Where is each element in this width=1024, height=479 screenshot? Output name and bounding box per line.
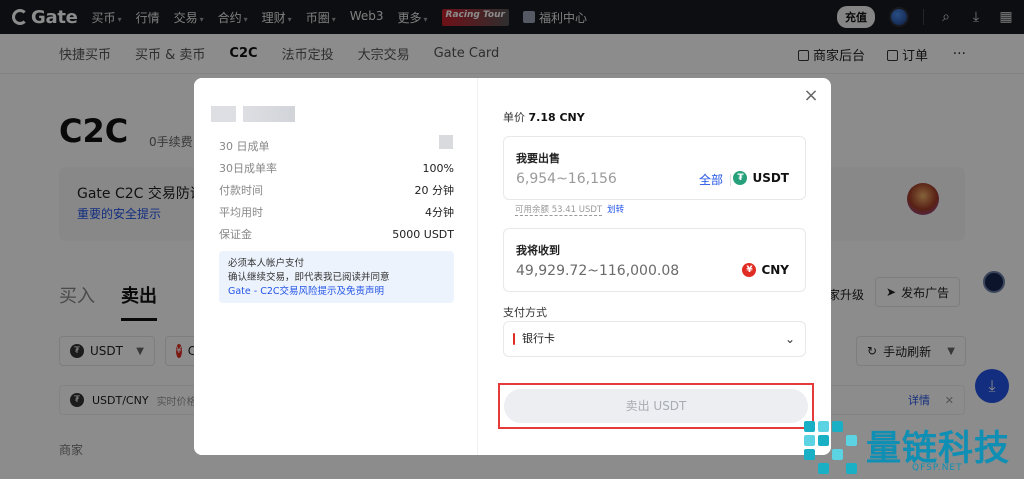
available-balance: 可用余额 53.41 USDT 划转 <box>515 205 625 216</box>
close-icon[interactable]: × <box>803 87 819 105</box>
stat-row: 平均用时 4分钟 <box>219 206 454 219</box>
receive-amount-label: 我将收到 <box>516 244 560 257</box>
notice-line-2: 确认继续交易，即代表我已阅读并同意 <box>228 272 390 283</box>
transfer-link[interactable]: 划转 <box>607 205 624 215</box>
advertiser-name-blurred <box>211 106 295 122</box>
notice-line-1: 必须本人帐户支付 <box>228 258 305 269</box>
sell-usdt-button[interactable]: 卖出 USDT <box>504 389 808 423</box>
unit-price: 单价 7.18 CNY <box>503 111 585 124</box>
chevron-down-icon: ⌄ <box>784 332 795 346</box>
sell-dialog: 30 日成单 30日成单率 100% 付款时间 20 分钟 平均用时 4分钟 保证金 5… <box>194 78 831 455</box>
bank-card-marker <box>513 333 515 345</box>
terms-notice: 必须本人帐户支付 确认继续交易，即代表我已阅读并同意 Gate - C2C交易风… <box>219 251 454 303</box>
payment-method-value: 银行卡 <box>522 332 555 345</box>
advertiser-panel: 30 日成单 30日成单率 100% 付款时间 20 分钟 平均用时 4分钟 保证金 5… <box>194 78 478 455</box>
stat-row: 30日成单率 100% <box>219 162 454 175</box>
receive-currency: ¥ CNY <box>742 263 789 277</box>
payment-method-label: 支付方式 <box>503 306 547 319</box>
sell-amount-input[interactable]: 6,954~16,156 <box>516 171 617 187</box>
sell-button-highlight: 卖出 USDT <box>498 383 814 429</box>
usdt-icon: ₮ <box>733 171 748 185</box>
risk-disclaimer-link[interactable]: Gate - C2C交易风险提示及免责声明 <box>228 285 445 299</box>
sell-form: × 单价 7.18 CNY 我要出售 6,954~16,156 全部 ₮ USDT… <box>478 78 831 455</box>
watermark: 量链科技 QFSP.NET <box>804 417 1024 479</box>
watermark-url: QFSP.NET <box>912 463 963 473</box>
advertiser-stats: 30 日成单 30日成单率 100% 付款时间 20 分钟 平均用时 4分钟 保证金 5… <box>219 136 454 246</box>
payment-method-select[interactable]: 银行卡 ⌄ <box>503 321 806 357</box>
stat-row: 保证金 5000 USDT <box>219 228 454 241</box>
sell-amount-label: 我要出售 <box>516 152 560 165</box>
sell-currency: ₮ USDT <box>733 171 789 185</box>
stat-row: 付款时间 20 分钟 <box>219 184 454 197</box>
watermark-logo-icon <box>804 421 858 475</box>
receive-amount-input[interactable]: 49,929.72~116,000.08 <box>516 263 679 279</box>
sell-all-button[interactable]: 全部 <box>699 171 723 188</box>
receive-amount-field[interactable]: 我将收到 49,929.72~116,000.08 ¥ CNY <box>503 228 806 292</box>
sell-amount-field[interactable]: 我要出售 6,954~16,156 全部 ₮ USDT <box>503 136 806 200</box>
divider <box>730 174 731 186</box>
stat-row: 30 日成单 <box>219 140 270 153</box>
cny-icon: ¥ <box>742 263 757 277</box>
